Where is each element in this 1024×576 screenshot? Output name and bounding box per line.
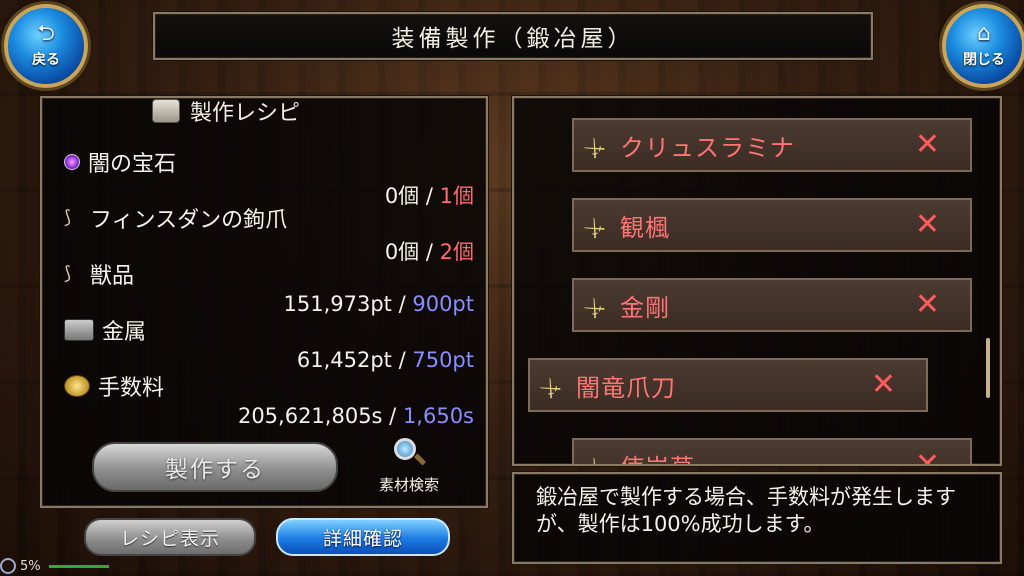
material-row: ⟆ 獣品 151,973pt / 900pt <box>64 258 474 316</box>
item-name: 金剛 <box>620 293 670 322</box>
magnifier-icon <box>394 438 427 468</box>
list-item[interactable]: ⚔ 観楓 ✕ <box>572 198 972 252</box>
scroll-icon <box>152 99 180 123</box>
material-name: フィンスダンの鉤爪 <box>90 208 288 233</box>
recipe-header: 製作レシピ <box>152 94 300 128</box>
material-required: 750pt <box>412 348 474 372</box>
material-row: 金属 61,452pt / 750pt <box>64 314 474 372</box>
gem-icon <box>64 154 80 170</box>
status-indicator: 5% <box>0 556 109 576</box>
recipe-panel: 製作レシピ 闇の宝石 0個 / 1個 ⟆ フィンスダンの鉤爪 0個 / 2個 ⟆ 獣… <box>40 96 488 508</box>
close-label: 閉じる <box>963 52 1005 68</box>
recipe-view-button[interactable]: レシピ表示 <box>84 518 256 556</box>
metal-icon <box>64 319 94 341</box>
material-name: 手数料 <box>98 376 165 401</box>
material-row: ⟆ フィンスダンの鉤爪 0個 / 2個 <box>64 202 474 266</box>
list-item[interactable]: ⚔ クリュスラミナ ✕ <box>572 118 972 172</box>
make-button[interactable]: 製作する <box>92 442 338 492</box>
battery-text: 5% <box>20 558 41 574</box>
sword-icon: ⚔ <box>579 292 612 325</box>
separator: / <box>391 292 413 316</box>
material-search-label: 素材検索 <box>378 476 439 494</box>
material-owned: 151,973pt <box>283 292 392 316</box>
material-row: 手数料 205,621,805s / 1,650s <box>64 370 474 428</box>
material-required: 1,650s <box>402 404 474 428</box>
material-name: 金属 <box>102 320 147 345</box>
back-button[interactable]: ⮌ 戻る <box>4 4 88 88</box>
item-name: クリュスラミナ <box>620 133 795 162</box>
item-name: 使岩草 <box>620 448 695 465</box>
x-mark-icon: ✕ <box>914 447 940 466</box>
list-scrollbar[interactable] <box>986 338 990 398</box>
material-name: 闇の宝石 <box>88 152 177 177</box>
detail-button[interactable]: 詳細確認 <box>276 518 450 556</box>
material-search-button[interactable]: 素材検索 <box>368 438 450 500</box>
home-icon: ⌂ <box>977 21 991 46</box>
list-item[interactable]: ⚔ 使岩草 ✕ <box>572 438 972 466</box>
item-name: 闇竜爪刀 <box>576 373 676 402</box>
equipment-list: ⚔ クリュスラミナ ✕ ⚔ 観楓 ✕ ⚔ 金剛 ✕ ⚔ 闇竜爪刀 ✕ ⚔ 使岩草… <box>512 96 1002 466</box>
claw-icon: ⟆ <box>64 207 72 228</box>
x-mark-icon: ✕ <box>914 127 940 162</box>
x-mark-icon: ✕ <box>870 367 896 402</box>
sword-icon: ⚔ <box>579 212 612 245</box>
message-text: 鍛冶屋で製作する場合、手数料が発生しますが、製作は100%成功します。 <box>536 485 956 536</box>
x-mark-icon: ✕ <box>914 287 940 322</box>
separator: / <box>391 348 413 372</box>
separator: / <box>382 404 403 428</box>
back-arrow-icon: ⮌ <box>37 21 55 46</box>
sword-icon: ⚔ <box>535 372 568 405</box>
page-title: 装備製作（鍛冶屋） <box>153 12 873 60</box>
close-button[interactable]: ⌂ 閉じる <box>942 4 1024 88</box>
back-label: 戻る <box>32 52 60 68</box>
message-panel: 鍛冶屋で製作する場合、手数料が発生しますが、製作は100%成功します。 <box>512 472 1002 564</box>
sword-icon: ⚔ <box>579 132 612 165</box>
list-item-selected[interactable]: ⚔ 闇竜爪刀 ✕ <box>528 358 928 412</box>
x-mark-icon: ✕ <box>914 207 940 242</box>
material-required: 900pt <box>412 292 474 316</box>
battery-icon <box>0 558 16 574</box>
list-item[interactable]: ⚔ 金剛 ✕ <box>572 278 972 332</box>
item-name: 観楓 <box>620 213 670 242</box>
claw-icon: ⟆ <box>64 263 72 284</box>
material-owned: 61,452pt <box>296 348 392 372</box>
material-name: 獣品 <box>90 264 135 289</box>
material-row: 闇の宝石 0個 / 1個 <box>64 146 474 210</box>
material-owned: 205,621,805s <box>237 404 383 428</box>
battery-bar <box>48 564 109 568</box>
coin-icon <box>64 375 90 397</box>
recipe-header-label: 製作レシピ <box>190 101 301 126</box>
sword-icon: ⚔ <box>580 446 619 464</box>
